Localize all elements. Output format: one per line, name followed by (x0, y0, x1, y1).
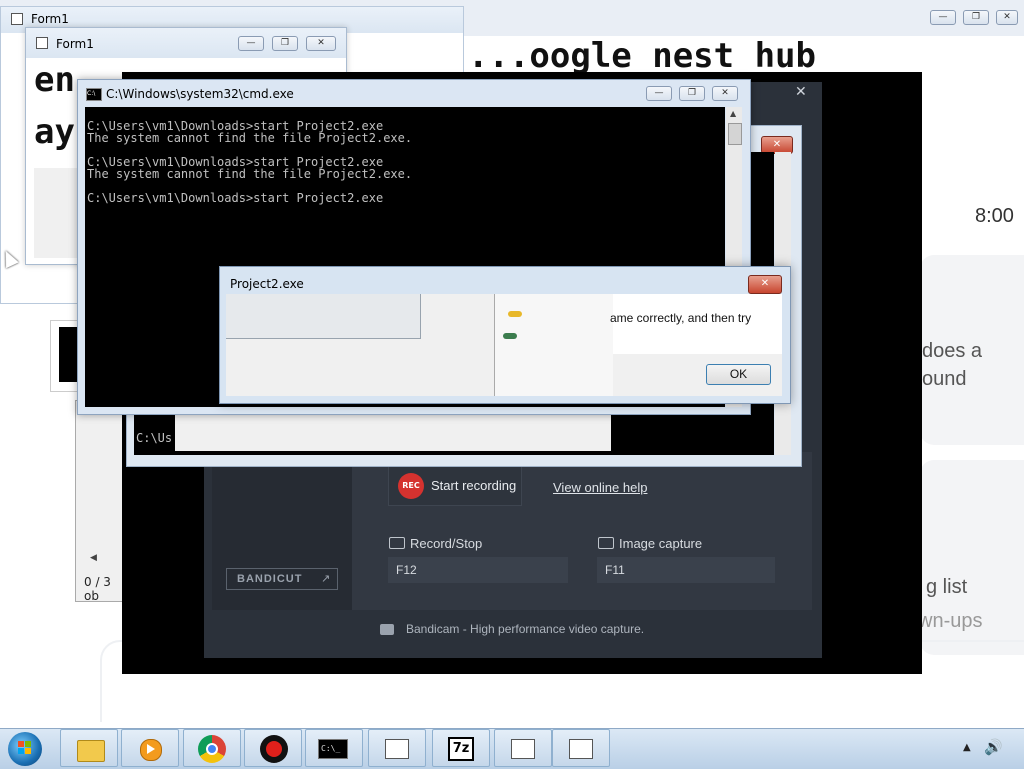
explorer-status-text: 0 / 3 ob (84, 575, 111, 603)
cmd-icon: C:\ (86, 88, 102, 101)
taskbar-file-explorer-icon[interactable] (60, 729, 118, 767)
taskbar-folder-icon[interactable] (494, 729, 552, 767)
explorer-window-fragment: ◀ 0 / 3 ob (75, 400, 127, 603)
chat-icon (380, 624, 394, 635)
taskbar-cmd-icon[interactable]: C:\_ (305, 729, 363, 767)
image-capture-hotkey-field[interactable]: F11 (597, 557, 775, 583)
dialog-title: Project2.exe (230, 277, 304, 291)
cmd-minimize-button[interactable]: — (646, 86, 672, 101)
cmd-line: C:\Users\vm1\Downloads>start Project2.ex… (87, 191, 384, 205)
browser-minimize-button[interactable]: — (930, 10, 956, 25)
bandicut-button[interactable]: BANDICUT ↗ (226, 568, 338, 590)
cmd-back-overlay-panel (175, 409, 611, 451)
form1-line1: en (34, 60, 75, 100)
taskbar-folder-icon[interactable] (552, 729, 610, 767)
cmd-close-button[interactable]: ✕ (712, 86, 738, 101)
form1-front-close-button[interactable]: ✕ (306, 36, 336, 51)
bandicam-close-icon[interactable]: ✕ (795, 84, 807, 100)
form1-line2: ay (34, 112, 75, 152)
dialog-overlay-mid (495, 294, 613, 396)
external-link-icon: ↗ (321, 572, 331, 585)
bandicam-footer-text: Bandicam - High performance video captur… (406, 622, 645, 636)
record-stop-hotkey-field[interactable]: F12 (388, 557, 568, 583)
tray-volume-icon[interactable]: 🔊 (984, 738, 1003, 756)
form1-back-icon (11, 13, 23, 25)
start-recording-label: Start recording (431, 478, 517, 493)
view-online-help-link[interactable]: View online help (553, 480, 647, 495)
dialog-close-button[interactable]: ✕ (748, 275, 782, 294)
keyboard-icon (598, 537, 614, 549)
cmd-back-fragment: C:\Us (136, 431, 173, 445)
card2-line2: wn-ups (918, 610, 983, 632)
taskbar-bandicam-icon[interactable] (244, 729, 302, 767)
record-stop-hotkey-value: F12 (396, 563, 417, 577)
form1-front-icon (36, 37, 48, 49)
card1-line1: does a (922, 340, 983, 362)
ok-button[interactable]: OK (706, 364, 771, 385)
project2-dialog[interactable]: Project2.exe ✕ ame correctly, and then t… (219, 266, 791, 404)
start-orb-icon[interactable] (8, 732, 42, 766)
cmd-maximize-button[interactable]: ❐ (679, 86, 705, 101)
card2-line1: g list (926, 576, 968, 598)
taskbar-media-player-icon[interactable] (121, 729, 179, 767)
form1-back-title: Form1 (31, 12, 69, 26)
ok-button-label: OK (729, 367, 748, 381)
cmd-line: The system cannot find the file Project2… (87, 167, 413, 181)
dialog-message: ame correctly, and then try (610, 311, 752, 325)
card1-line2: ound (922, 368, 967, 390)
start-recording-button[interactable]: REC Start recording (388, 464, 522, 506)
browser-maximize-button[interactable]: ❐ (963, 10, 989, 25)
taskbar-chrome-icon[interactable] (183, 729, 241, 767)
scroll-thumb[interactable] (728, 123, 742, 145)
form1-front-title: Form1 (56, 37, 94, 51)
cmd-line: The system cannot find the file Project2… (87, 131, 413, 145)
browser-close-button[interactable]: ✕ (996, 10, 1018, 25)
cmd-title: C:\Windows\system32\cmd.exe (106, 87, 294, 101)
scroll-up-arrow[interactable]: ▲ (730, 109, 736, 118)
taskbar-7zip-icon[interactable]: 7z (432, 729, 490, 767)
rec-icon: REC (398, 473, 424, 499)
record-stop-label: Record/Stop (410, 536, 483, 551)
green-dot-icon (503, 333, 517, 339)
taskbar-folder-icon[interactable] (368, 729, 426, 767)
image-capture-label: Image capture (619, 536, 703, 551)
bandicut-label: BANDICUT (237, 573, 303, 585)
scroll-left-arrow[interactable]: ◀ (90, 553, 97, 563)
form1-front-minimize-button[interactable]: — (238, 36, 264, 51)
yellow-dot-icon (508, 311, 522, 317)
browser-heading-right: ...oogle nest hub (468, 36, 816, 76)
clock-text: 8:00 (975, 205, 1014, 227)
dialog-overlay-left-inner (226, 294, 421, 339)
image-capture-hotkey-value: F11 (605, 563, 625, 577)
tray-show-hidden-icon[interactable]: ▲ (963, 742, 971, 753)
keyboard-icon (389, 537, 405, 549)
form1-front-maximize-button[interactable]: ❐ (272, 36, 298, 51)
